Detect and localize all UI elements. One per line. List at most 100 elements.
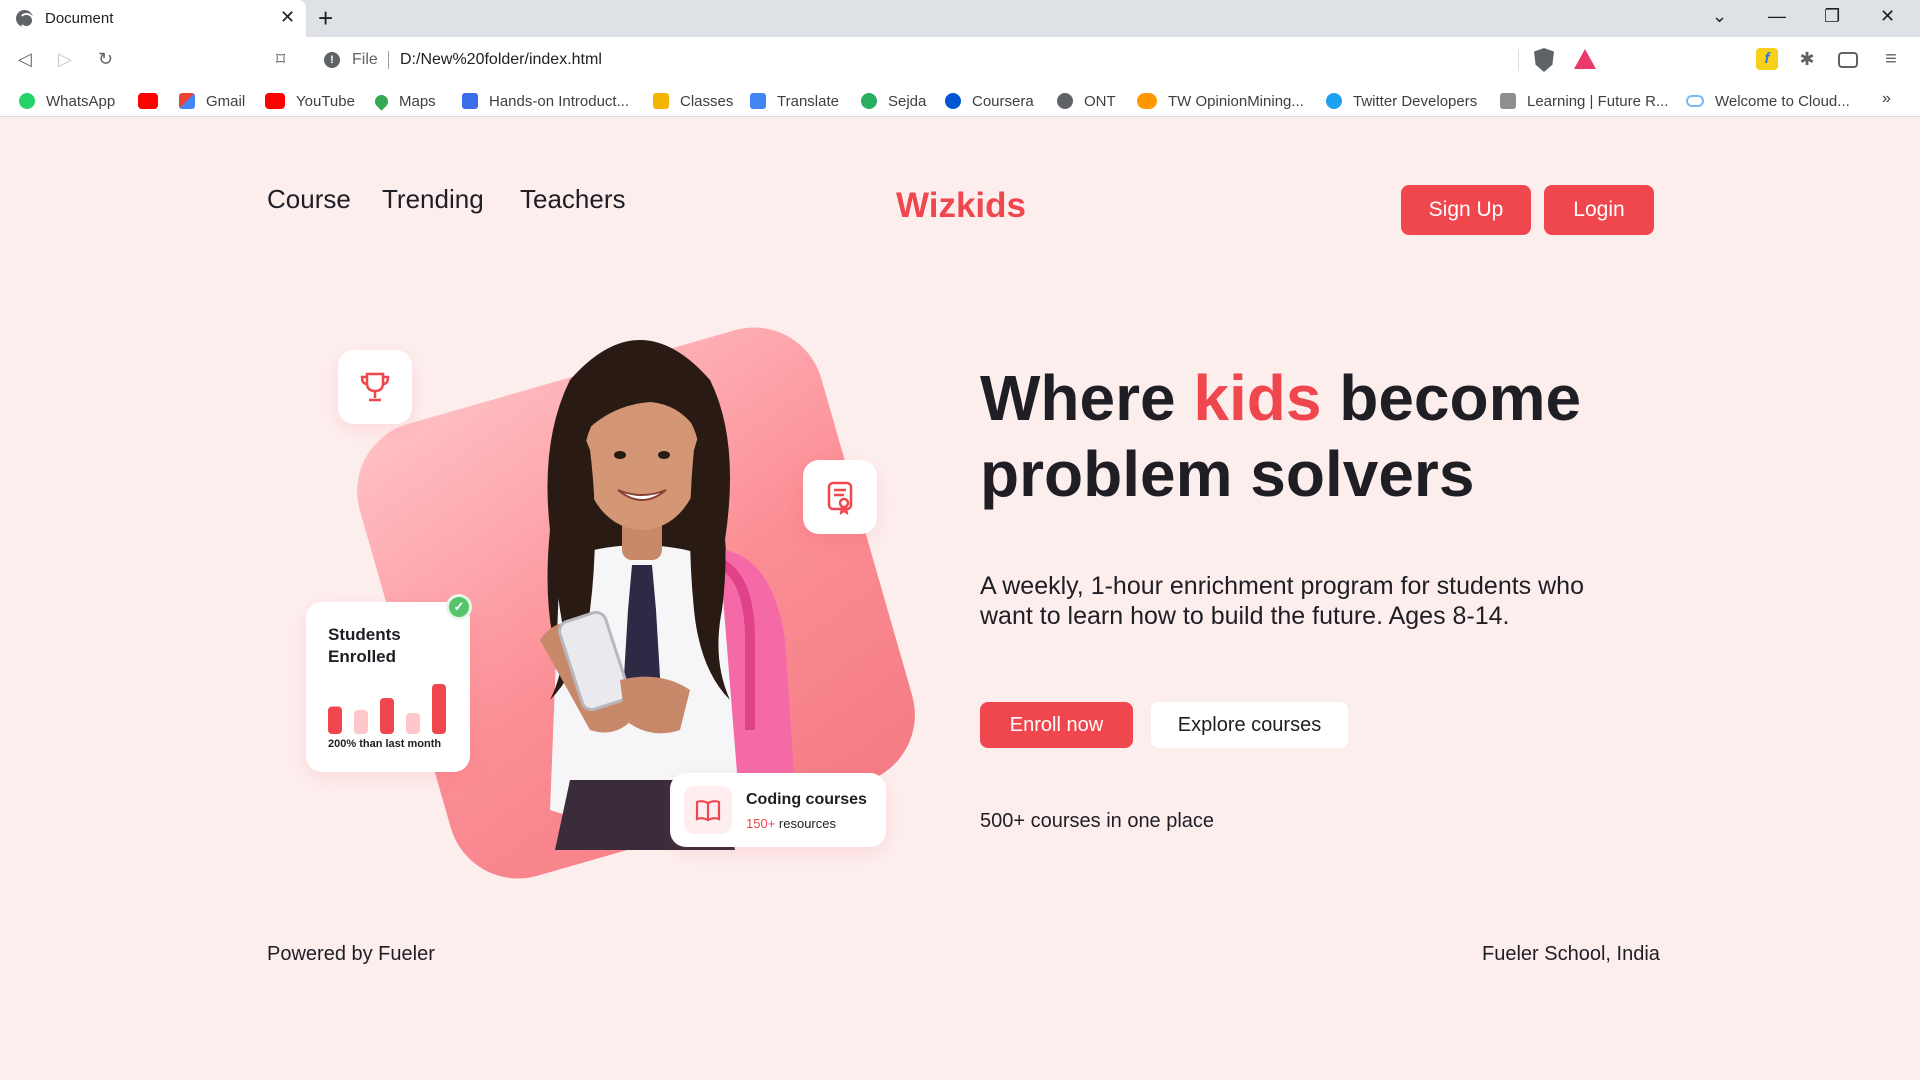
bookmark-label: Classes bbox=[680, 92, 734, 110]
youtube-icon bbox=[138, 93, 158, 109]
certificate-icon bbox=[827, 481, 853, 515]
bookmark-label: Maps bbox=[399, 92, 436, 110]
info-icon[interactable]: ! bbox=[324, 52, 340, 68]
login-button[interactable]: Login bbox=[1544, 185, 1654, 235]
trophy-card bbox=[338, 350, 412, 424]
bookmark-coursera[interactable]: Coursera bbox=[945, 91, 1034, 111]
students-card-title: Students Enrolled bbox=[328, 624, 401, 668]
bookmark-label: TW OpinionMining... bbox=[1168, 92, 1304, 110]
maps-pin-icon bbox=[372, 91, 391, 111]
menu-icon[interactable]: ≡ bbox=[1880, 48, 1902, 70]
sejda-icon bbox=[861, 93, 877, 109]
extensions-icon[interactable]: ✱ bbox=[1796, 48, 1818, 70]
trophy-icon bbox=[360, 372, 390, 402]
close-window-icon[interactable]: ✕ bbox=[1880, 6, 1895, 27]
hero-headline: Where kids become problem solvers bbox=[980, 360, 1581, 512]
students-title-line2: Enrolled bbox=[328, 647, 397, 666]
tab-title: Document bbox=[45, 10, 114, 27]
students-title-line1: Students bbox=[328, 625, 401, 644]
url-scheme: File bbox=[352, 51, 378, 68]
bookmarks-bar: WhatsApp Gmail YouTube Maps Hands-on Int… bbox=[0, 84, 1920, 117]
browser-tab-strip: Document ✕ + ⌄ — ❐ ✕ bbox=[0, 0, 1920, 37]
explore-courses-button[interactable]: Explore courses bbox=[1151, 702, 1348, 748]
translate-icon bbox=[750, 93, 766, 109]
bookmark-label: ONT bbox=[1084, 92, 1116, 110]
enrollment-bar bbox=[354, 710, 368, 734]
gmail-icon bbox=[179, 93, 195, 109]
headline-prefix: Where bbox=[980, 362, 1194, 434]
url-divider bbox=[388, 51, 389, 69]
close-tab-icon[interactable]: ✕ bbox=[280, 7, 295, 28]
reload-icon[interactable]: ↻ bbox=[98, 49, 113, 70]
bookmark-ont[interactable]: ONT bbox=[1057, 91, 1116, 111]
new-tab-button[interactable]: + bbox=[318, 3, 333, 33]
enrollment-bar bbox=[380, 698, 394, 734]
url-text[interactable]: D:/New%20folder/index.html bbox=[400, 51, 602, 69]
bookmark-whatsapp[interactable]: WhatsApp bbox=[19, 91, 115, 111]
youtube-icon bbox=[265, 93, 285, 109]
enrollment-bar bbox=[328, 706, 342, 734]
bookmark-label: Welcome to Cloud... bbox=[1715, 92, 1850, 110]
headline-line2: problem solvers bbox=[980, 438, 1475, 510]
more-bookmarks-icon[interactable]: » bbox=[1882, 90, 1891, 108]
bookmark-classes[interactable]: Classes bbox=[653, 91, 733, 111]
flipkart-extension-icon[interactable]: f bbox=[1756, 48, 1778, 70]
certificate-card bbox=[803, 460, 877, 534]
book-icon-box bbox=[684, 786, 732, 834]
bookmark-sejda[interactable]: Sejda bbox=[861, 91, 926, 111]
coding-courses-card[interactable]: Coding courses 150+ resources bbox=[670, 773, 886, 847]
bookmark-icon[interactable]: ⌑ bbox=[276, 49, 285, 70]
nav-teachers[interactable]: Teachers bbox=[520, 184, 626, 215]
twitter-bird-icon bbox=[1326, 93, 1342, 109]
bookmark-hands-on[interactable]: Hands-on Introduct... bbox=[462, 91, 629, 111]
browser-tab[interactable]: Document ✕ bbox=[0, 0, 306, 37]
enrollment-bar bbox=[432, 684, 446, 734]
nav-course[interactable]: Course bbox=[267, 184, 351, 215]
enrollment-bar bbox=[406, 713, 420, 734]
signup-button[interactable]: Sign Up bbox=[1401, 185, 1531, 235]
bookmark-learning-future[interactable]: Learning | Future R... bbox=[1500, 91, 1668, 111]
tab-search-chevron-icon[interactable]: ⌄ bbox=[1712, 6, 1727, 27]
minimize-icon[interactable]: — bbox=[1768, 6, 1786, 27]
globe-icon bbox=[16, 10, 34, 28]
whatsapp-icon bbox=[19, 93, 35, 109]
bookmark-maps[interactable]: Maps bbox=[372, 91, 436, 111]
bookmark-tw-opinion[interactable]: TW OpinionMining... bbox=[1137, 91, 1304, 111]
headline-accent: kids bbox=[1193, 362, 1322, 434]
brand-logo[interactable]: Wizkids bbox=[896, 186, 1026, 226]
brave-shield-icon[interactable] bbox=[1534, 48, 1554, 72]
bookmark-twitter-developers[interactable]: Twitter Developers bbox=[1326, 91, 1477, 111]
s-logo-icon bbox=[462, 93, 478, 109]
bookmark-label: Translate bbox=[777, 92, 839, 110]
brave-rewards-icon[interactable] bbox=[1574, 49, 1596, 69]
classroom-icon bbox=[653, 93, 669, 109]
back-icon[interactable]: ◁ bbox=[18, 49, 32, 70]
restore-icon[interactable]: ❐ bbox=[1824, 6, 1840, 27]
bookmark-label: WhatsApp bbox=[46, 92, 116, 110]
resources-suffix: resources bbox=[775, 816, 836, 831]
coding-resources-count: 150+ resources bbox=[746, 816, 836, 831]
bookmark-label: YouTube bbox=[296, 92, 355, 110]
nav-trending[interactable]: Trending bbox=[382, 184, 484, 215]
bookmark-label: Gmail bbox=[206, 92, 246, 110]
coding-courses-title: Coding courses bbox=[746, 791, 867, 808]
enroll-now-button[interactable]: Enroll now bbox=[980, 702, 1133, 748]
bookmark-gmail[interactable]: Gmail bbox=[179, 91, 245, 111]
bookmark-translate[interactable]: Translate bbox=[750, 91, 839, 111]
school-location-text: Fueler School, India bbox=[1482, 943, 1660, 965]
wallet-icon[interactable] bbox=[1838, 52, 1858, 68]
student-girl-illustration bbox=[540, 340, 795, 850]
resources-number: 150+ bbox=[746, 816, 776, 831]
bookmark-label: Twitter Developers bbox=[1353, 92, 1478, 110]
bookmark-welcome-cloud[interactable]: Welcome to Cloud... bbox=[1686, 91, 1850, 111]
globe-icon bbox=[1057, 93, 1073, 109]
forward-icon[interactable]: ▷ bbox=[58, 49, 72, 70]
coursera-icon bbox=[945, 93, 961, 109]
bookmark-youtube[interactable]: YouTube bbox=[265, 91, 355, 111]
address-bar[interactable]: ! File D:/New%20folder/index.html bbox=[312, 43, 1610, 77]
courses-count-text: 500+ courses in one place bbox=[980, 810, 1215, 832]
bookmark-youtube-unnamed[interactable] bbox=[138, 91, 169, 111]
bookmark-label: Coursera bbox=[972, 92, 1034, 110]
bookmark-label: Sejda bbox=[888, 92, 927, 110]
site-favicon-icon bbox=[1500, 93, 1516, 109]
